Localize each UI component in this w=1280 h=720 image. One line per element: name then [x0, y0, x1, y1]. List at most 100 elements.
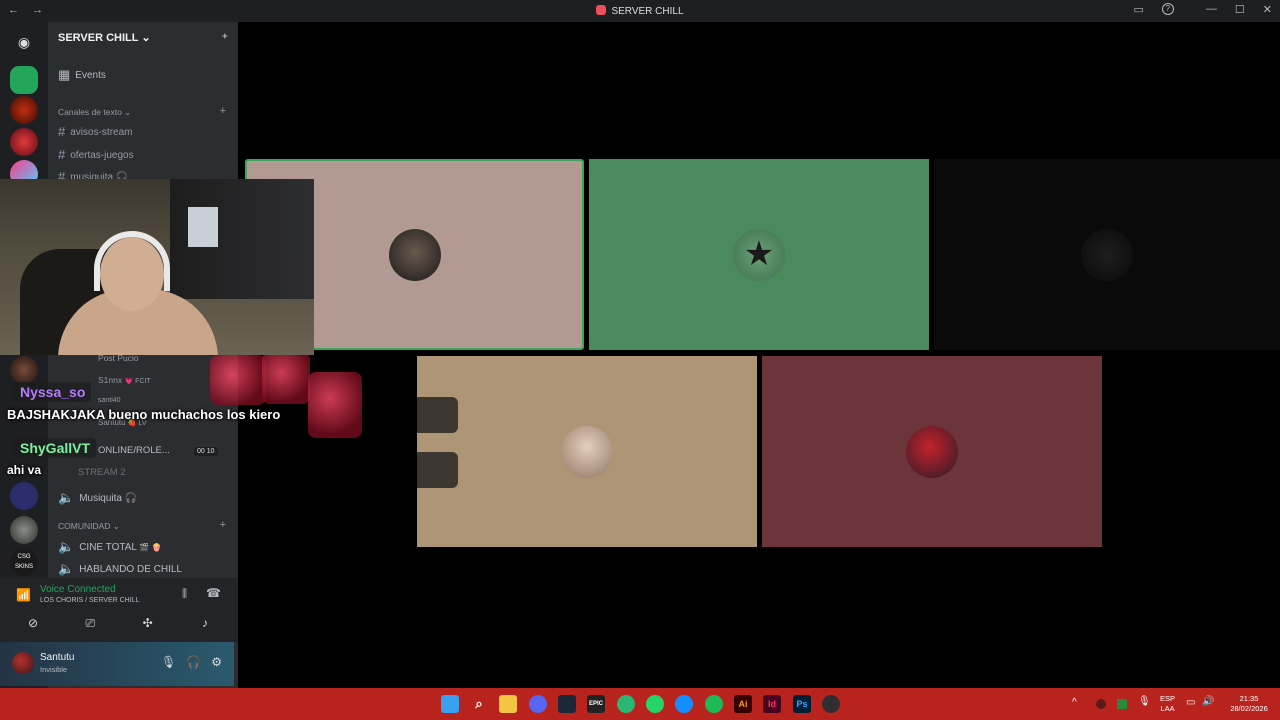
server-icon-2[interactable] — [10, 96, 38, 124]
participant-avatar — [1081, 228, 1133, 281]
direct-messages-icon[interactable]: ◉ — [10, 28, 38, 56]
category-comunidad[interactable]: COMUNIDAD ⌄ — [58, 521, 120, 532]
chat-message: ahi va — [7, 463, 42, 477]
channel-label: Musiquita 🎧 — [79, 493, 138, 504]
overlay-panel — [417, 397, 458, 433]
speaker-icon: 🔈 — [58, 539, 75, 554]
voice-location[interactable]: LOS CHORIS / SERVER CHILL — [40, 597, 139, 604]
whatsapp-icon[interactable] — [646, 695, 664, 713]
channel-emoji: 🎬 🍿 — [139, 543, 162, 552]
channel-label: ofertas-juegos — [70, 150, 134, 161]
activities-icon[interactable]: ✣ — [125, 616, 171, 636]
speaker-icon: 🔈 — [58, 490, 75, 505]
voice-channel-online-role[interactable]: ONLINE/ROLE... — [98, 445, 170, 456]
channel-label: HABLANDO DE CHILL — [79, 564, 182, 575]
hash-icon: # — [58, 147, 66, 162]
edge-icon[interactable] — [617, 695, 635, 713]
camera-off-icon[interactable]: ⊘ — [10, 616, 56, 636]
volume-icon[interactable]: 🔊 — [1202, 697, 1214, 707]
screen-share-icon[interactable]: ⎚ — [67, 616, 113, 636]
server-icon-7[interactable] — [10, 516, 38, 544]
category-label: Canales de texto — [58, 107, 122, 117]
voice-connected-panel: 📶 Voice Connected LOS CHORIS / SERVER CH… — [0, 578, 238, 642]
video-tile[interactable]: ★ ⊘ — [589, 159, 955, 350]
user-controls: 🎙 🎧 ⚙ — [161, 655, 222, 669]
window-title: SERVER CHILL — [0, 5, 1280, 17]
member-name: S1nnx — [98, 375, 123, 385]
voice-channel-cine[interactable]: 🔈 CINE TOTAL 🎬 🍿 — [58, 539, 162, 555]
channel-item[interactable]: # ofertas-juegos — [58, 147, 134, 162]
gear-icon[interactable]: ⚙ — [211, 655, 222, 669]
channel-label: STREAM 2 — [78, 467, 126, 478]
soundboard-icon[interactable]: ♪ — [182, 616, 228, 636]
inbox-icon[interactable]: ▭ — [1134, 3, 1144, 16]
server-header[interactable]: SERVER CHILL ⌄ ⁺ — [48, 22, 238, 54]
participant-avatar — [388, 228, 441, 281]
discord-icon[interactable] — [529, 695, 547, 713]
microphone-icon[interactable]: 🎙 — [161, 655, 176, 669]
star-icon: ★ — [743, 234, 775, 273]
indesign-icon[interactable]: Id — [763, 695, 781, 713]
user-count-badge: 00 10 — [194, 447, 218, 456]
member-name: santi40 — [98, 397, 121, 404]
network-icon[interactable]: ▭ — [1186, 698, 1195, 708]
streamer-webcam — [0, 179, 314, 355]
server-icon-6[interactable] — [10, 482, 38, 510]
photoshop-icon[interactable]: Ps — [793, 695, 811, 713]
help-icon[interactable]: ? — [1161, 3, 1174, 15]
tray-app-icon[interactable] — [1096, 699, 1106, 709]
epic-games-icon[interactable]: EPIC — [587, 695, 605, 713]
server-icon-chill[interactable] — [10, 66, 38, 94]
voice-status[interactable]: Voice Connected — [40, 584, 116, 595]
illustrator-icon[interactable]: Ai — [734, 695, 752, 713]
voice-channel-hablando[interactable]: 🔈 HABLANDO DE CHILL — [58, 561, 182, 577]
microphone-icon[interactable]: 🎙 — [1138, 697, 1151, 707]
clock[interactable]: 21:35 28/02/2026 — [1226, 694, 1272, 714]
discord-logo-icon — [596, 5, 607, 15]
add-channel-icon[interactable]: + — [220, 519, 226, 531]
server-icon-3[interactable] — [10, 128, 38, 156]
voice-channel-musiquita[interactable]: 🔈 Musiquita 🎧 — [58, 490, 137, 506]
headphones-icon[interactable]: 🎧 — [186, 655, 201, 669]
invite-people-icon[interactable]: ⁺ — [222, 31, 228, 45]
calendar-icon: ▦ — [58, 67, 71, 82]
battlenet-icon[interactable] — [675, 695, 693, 713]
category-text-channels[interactable]: Canales de texto ⌄ — [58, 107, 131, 118]
chevron-up-icon[interactable]: ^ — [1072, 698, 1077, 708]
channel-label: CINE TOTAL — [79, 542, 137, 553]
channel-item[interactable]: # avisos-stream — [58, 124, 132, 139]
hash-icon: # — [58, 124, 66, 139]
language-indicator[interactable]: ESP LAA — [1160, 694, 1175, 714]
voice-action-buttons: ⊘ ⎚ ✣ ♪ — [10, 616, 228, 636]
webcam-window-pane — [188, 207, 218, 247]
windows-start-icon[interactable] — [441, 695, 459, 713]
video-tile[interactable] — [417, 356, 757, 547]
voice-member[interactable]: santi40 — [98, 397, 121, 404]
voice-member[interactable]: S1nnx 💗 FCIT — [98, 375, 151, 385]
obs-icon[interactable] — [822, 695, 840, 713]
close-button[interactable]: ✕ — [1263, 3, 1272, 16]
chat-message: BAJSHAKJAKA bueno muchachos los kiero — [7, 407, 281, 422]
disconnect-icon[interactable]: ☎ — [206, 586, 221, 600]
noise-suppression-icon[interactable]: ⫼ — [182, 588, 187, 601]
search-icon[interactable]: ⌕ — [470, 695, 488, 713]
username[interactable]: Santutu — [40, 652, 74, 663]
minimize-button[interactable]: — — [1206, 3, 1217, 16]
channel-label: avisos-stream — [70, 127, 133, 138]
video-tile[interactable] — [762, 356, 1102, 547]
participant-avatar: ★ — [733, 228, 785, 281]
server-icon-csgo-skins[interactable]: CSG SKINS — [10, 548, 38, 576]
user-status: Invisible — [40, 665, 68, 674]
events-item[interactable]: ▦ Events — [58, 67, 106, 83]
add-channel-icon[interactable]: + — [220, 105, 226, 117]
voice-channel-stream2[interactable]: STREAM 2 — [78, 467, 126, 478]
tray-app-icon[interactable] — [1117, 699, 1127, 709]
maximize-button[interactable]: ☐ — [1235, 3, 1245, 16]
spotify-icon[interactable] — [705, 695, 723, 713]
avatar[interactable] — [12, 652, 34, 674]
chevron-down-icon: ⌄ — [141, 32, 151, 44]
steam-icon[interactable] — [558, 695, 576, 713]
video-tile[interactable] — [934, 159, 1280, 350]
file-explorer-icon[interactable] — [499, 695, 517, 713]
server-icon-5[interactable] — [10, 356, 38, 384]
